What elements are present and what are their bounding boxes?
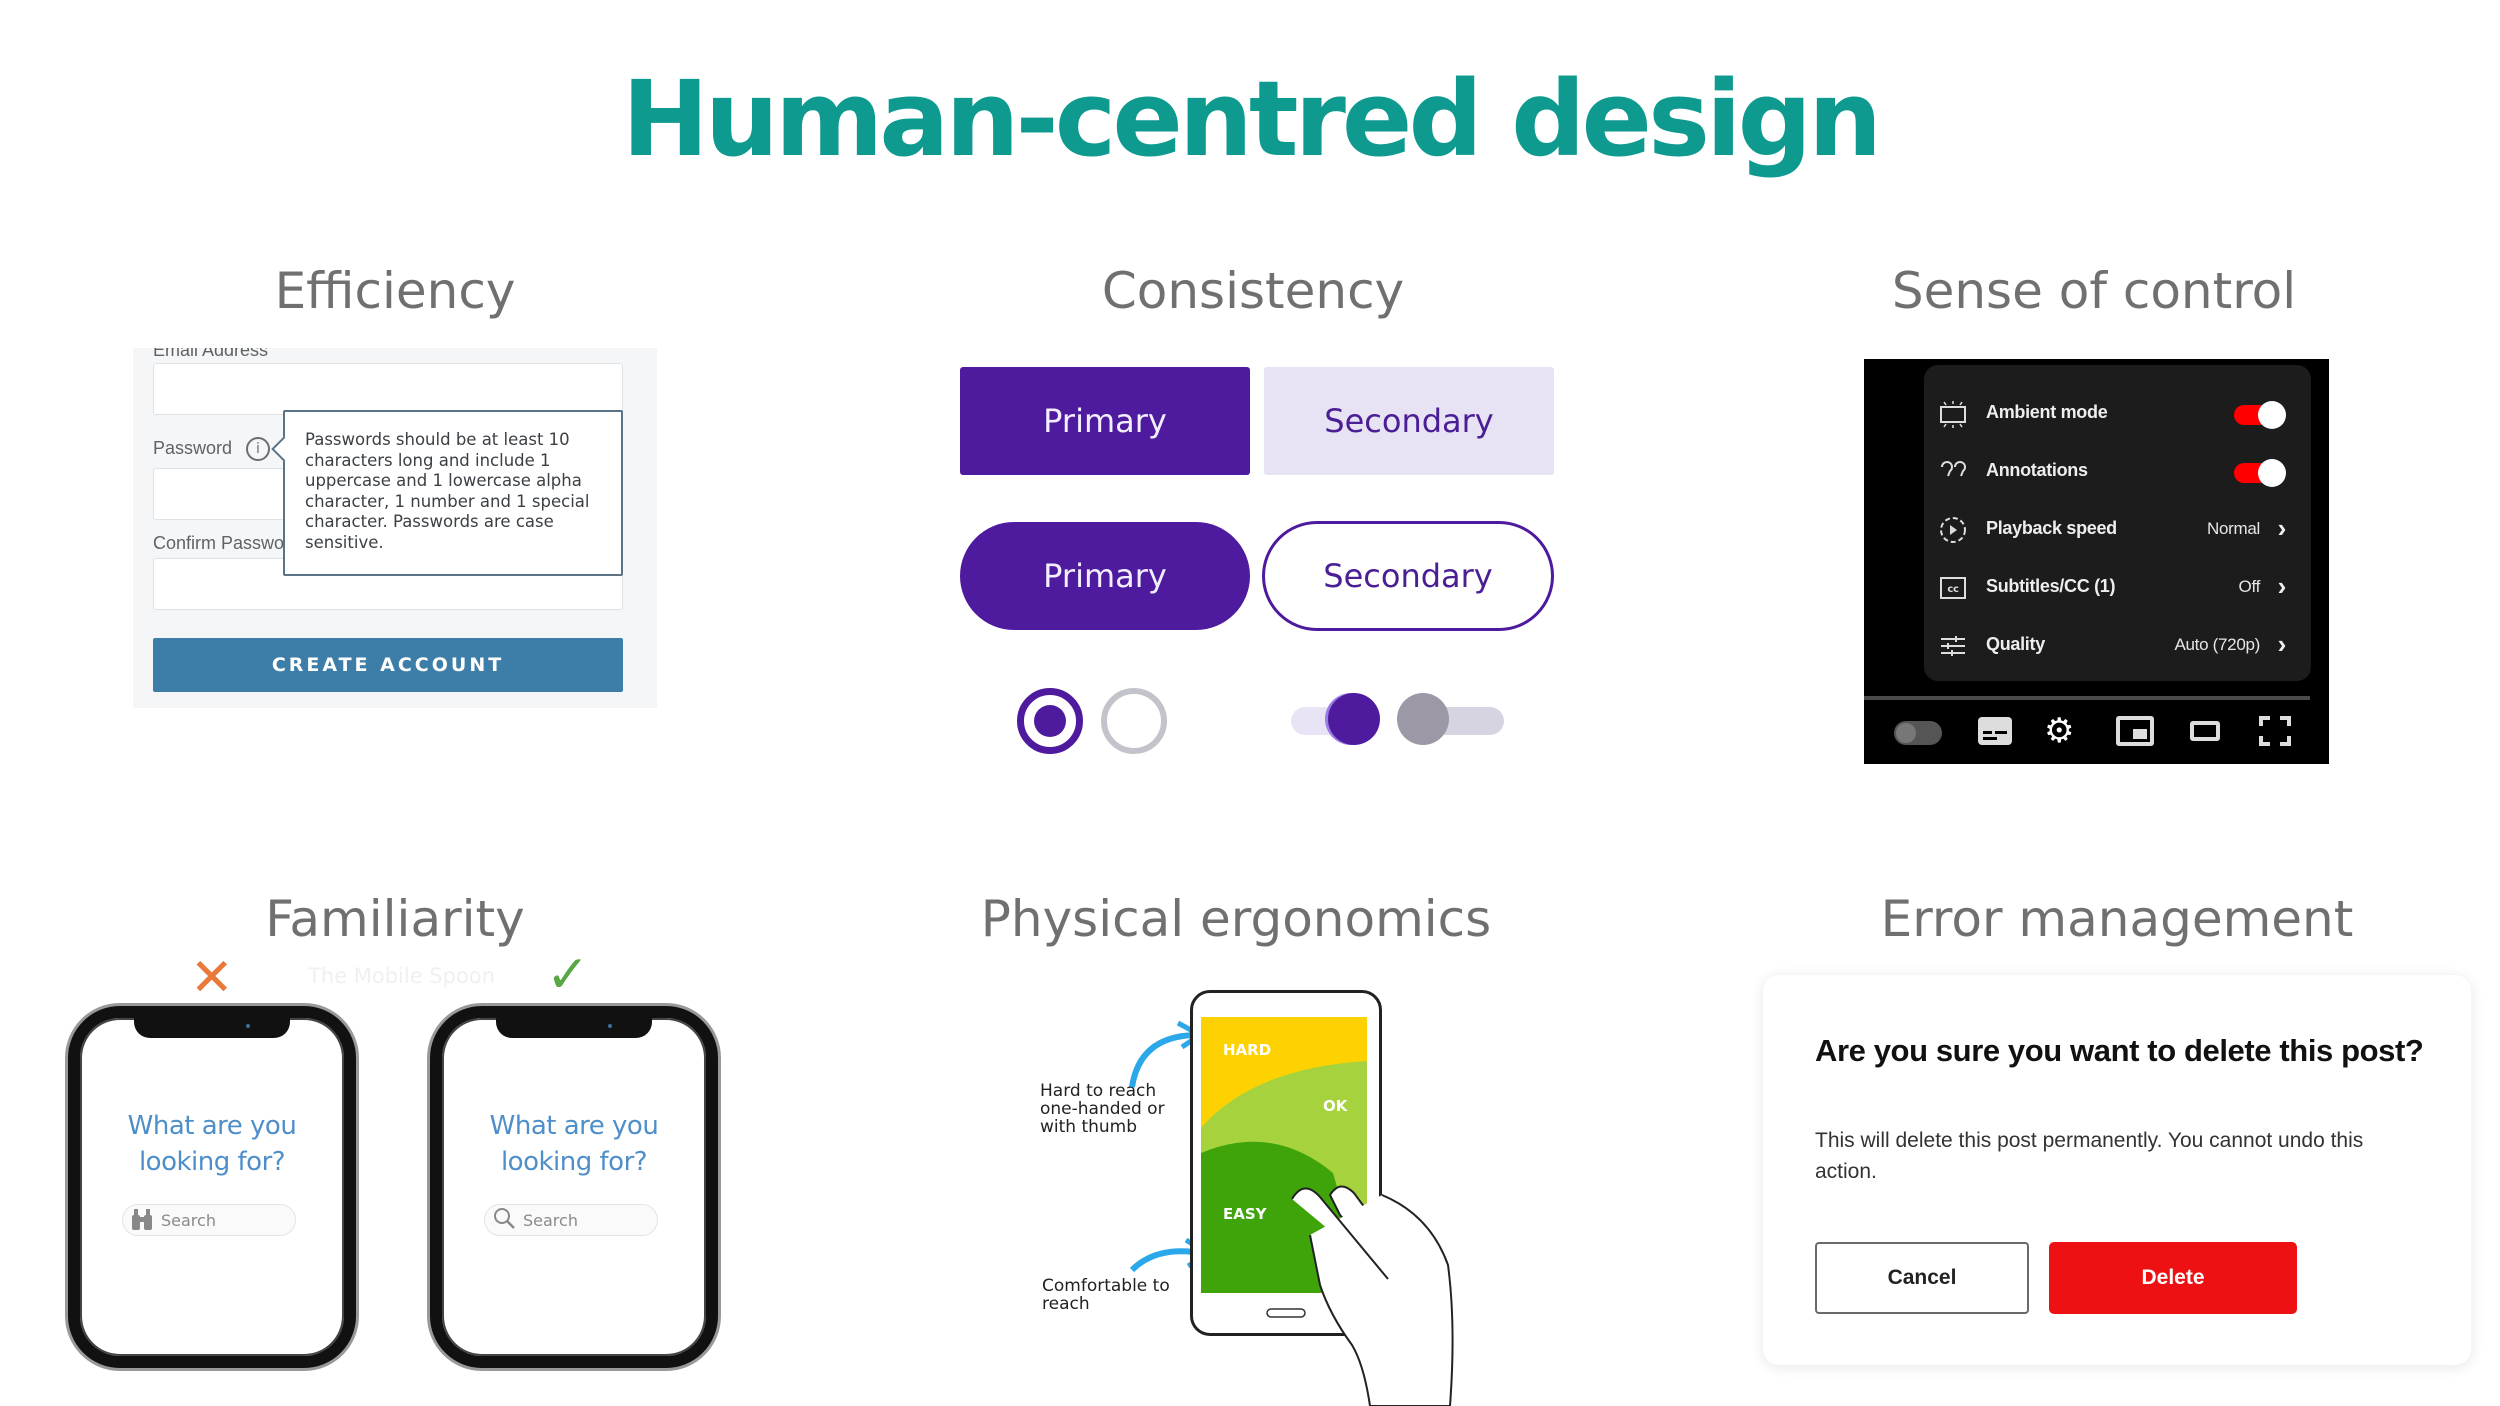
ambient-mode-icon (1938, 399, 1968, 429)
heading-efficiency: Efficiency (274, 262, 516, 320)
toggle-on-knob[interactable] (1328, 693, 1380, 745)
secondary-button-pill[interactable]: Secondary (1262, 521, 1554, 631)
signup-form: Email Address Password i Confirm Passwor… (133, 348, 657, 708)
menu-item-playback-speed[interactable]: Playback speed Normal › (1938, 501, 2298, 559)
binoculars-icon (131, 1207, 153, 1237)
annotations-switch[interactable] (2234, 459, 2288, 487)
secondary-button-rect[interactable]: Secondary (1264, 367, 1554, 475)
menu-value: Off (2238, 577, 2261, 596)
phone-good-example: What are you looking for? Search (430, 1006, 718, 1368)
quality-icon (1938, 631, 1968, 661)
search-placeholder: Search (523, 1211, 578, 1230)
chevron-right-icon: › (2277, 629, 2287, 659)
menu-item-ambient-mode[interactable]: Ambient mode (1938, 385, 2298, 443)
menu-item-quality[interactable]: Quality Auto (720p) › (1938, 617, 2298, 675)
password-label: Password (153, 438, 233, 458)
chevron-right-icon: › (2277, 513, 2287, 543)
email-field[interactable] (153, 363, 623, 415)
info-cursor-icon[interactable]: i (246, 437, 270, 461)
page-title: Human-centred design (621, 58, 1882, 180)
phone-question: What are you looking for? (127, 1111, 297, 1177)
zone-easy-label: EASY (1223, 1205, 1267, 1223)
menu-label: Subtitles/CC (1) (1986, 576, 2116, 596)
heading-familiarity: Familiarity (265, 890, 525, 948)
menu-value: Normal (2207, 519, 2260, 538)
delete-confirmation-dialog: Are you sure you want to delete this pos… (1763, 975, 2471, 1365)
dialog-title: Are you sure you want to delete this pos… (1815, 1033, 2424, 1068)
menu-label: Playback speed (1986, 518, 2117, 538)
email-label: Email Address (153, 348, 269, 360)
menu-item-subtitles[interactable]: cc Subtitles/CC (1) Off › (1938, 559, 2298, 617)
theater-mode-icon[interactable] (2190, 721, 2220, 741)
playback-speed-icon (1938, 515, 1968, 545)
svg-text:cc: cc (1947, 584, 1959, 595)
subtitles-icon: cc (1938, 573, 1968, 603)
search-input-bad[interactable]: Search (122, 1204, 296, 1236)
password-tooltip: Passwords should be at least 10 characte… (283, 410, 623, 576)
primary-button-rect[interactable]: Primary (960, 367, 1250, 475)
cancel-button[interactable]: Cancel (1815, 1242, 2029, 1314)
menu-value: Auto (720p) (2174, 635, 2260, 654)
heading-sense-of-control: Sense of control (1891, 262, 2297, 320)
radio-selected[interactable] (1017, 688, 1083, 754)
video-player: Ambient mode Annotations Playback speed … (1864, 359, 2329, 764)
menu-item-annotations[interactable]: Annotations (1938, 443, 2298, 501)
phone-notch (134, 1016, 290, 1038)
radio-unselected[interactable] (1101, 688, 1167, 754)
settings-menu: Ambient mode Annotations Playback speed … (1924, 365, 2311, 681)
autoplay-toggle-icon[interactable] (1894, 721, 1942, 745)
phone-bad-example: What are you looking for? Search (68, 1006, 356, 1368)
settings-gear-icon[interactable]: ⚙ (2044, 713, 2080, 749)
search-input-good[interactable]: Search (484, 1204, 658, 1236)
phone-question: What are you looking for? (489, 1111, 659, 1177)
heading-consistency: Consistency (1101, 262, 1405, 320)
menu-label: Annotations (1986, 460, 2088, 480)
primary-button-pill[interactable]: Primary (960, 522, 1250, 630)
miniplayer-icon[interactable] (2116, 716, 2154, 746)
good-check-icon: ✓ (546, 945, 590, 1005)
toggle-off-knob[interactable] (1397, 693, 1449, 745)
fullscreen-icon[interactable] (2259, 716, 2291, 746)
heading-error-management: Error management (1880, 890, 2354, 948)
chevron-right-icon: › (2277, 571, 2287, 601)
comfortable-note: Comfortable to reach (1042, 1276, 1170, 1314)
heading-physical-ergonomics: Physical ergonomics (980, 890, 1492, 948)
phone-notch (496, 1016, 652, 1038)
confirm-password-label: Confirm Password (153, 533, 301, 553)
subtitles-button-icon[interactable] (1978, 717, 2012, 745)
zone-hard-label: HARD (1223, 1041, 1272, 1059)
bad-x-icon: ✕ (190, 948, 234, 1008)
delete-button[interactable]: Delete (2049, 1242, 2297, 1314)
menu-label: Quality (1986, 634, 2045, 654)
progress-bar[interactable] (1864, 696, 2310, 700)
dialog-body: This will delete this post permanently. … (1815, 1129, 2364, 1183)
annotations-icon (1938, 457, 1968, 487)
ambient-mode-switch[interactable] (2234, 401, 2288, 429)
zone-ok-label: OK (1323, 1097, 1348, 1115)
hand-icon (1291, 1185, 1454, 1406)
search-placeholder: Search (161, 1211, 216, 1230)
menu-label: Ambient mode (1986, 402, 2108, 422)
magnifier-icon (493, 1207, 517, 1237)
watermark: The Mobile Spoon (308, 964, 495, 988)
create-account-button[interactable]: CREATE ACCOUNT (153, 638, 623, 692)
